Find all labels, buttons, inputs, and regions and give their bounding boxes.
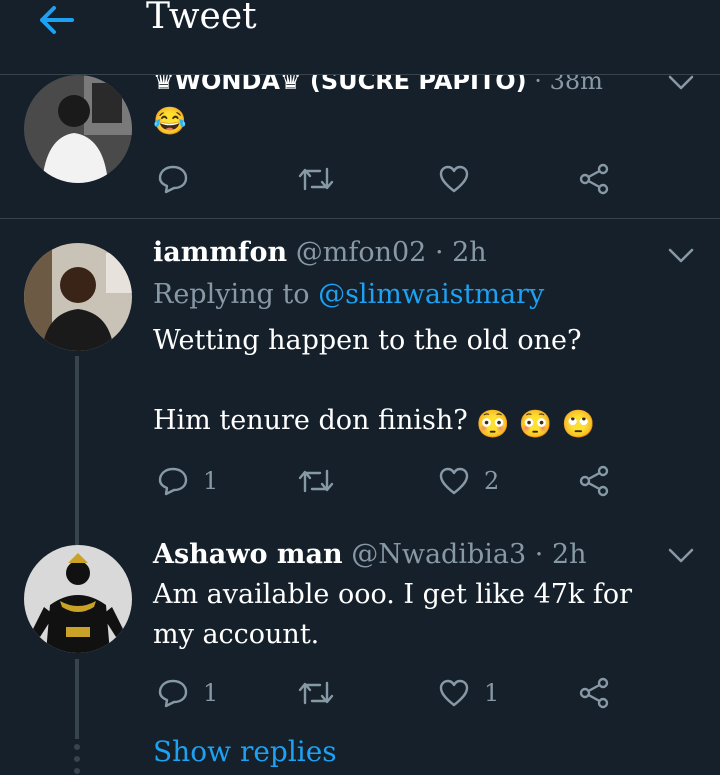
avatar[interactable] [24,243,132,351]
reply-count: 1 [203,679,219,707]
tweet-time: 38m [549,75,603,95]
reply-icon [158,679,188,708]
share-icon [579,465,609,497]
chevron-down-icon[interactable] [668,248,694,264]
tweet-3[interactable]: Ashawo man @Nwadibia3 · 2h Am available … [0,535,720,775]
share-button[interactable] [578,673,610,713]
reply-button[interactable]: 1 [157,461,218,501]
reply-icon [158,467,188,496]
share-icon [579,677,609,709]
author-name[interactable]: ♛WONDA♛ (SUCRE PAPITO) [153,75,527,95]
tweet-actions: 1 2 [0,461,720,501]
author-handle[interactable]: @Nwadibia3 [351,539,526,570]
like-button[interactable]: 2 [438,461,499,501]
tweet-text-line2: Him tenure don finish? [153,405,468,436]
more-replies-dots-icon [74,744,80,774]
reply-button[interactable]: 1 [157,673,218,713]
tweet-time: 2h [452,237,487,268]
tweet-actions: 1 1 [0,673,720,713]
page-title: Tweet [146,0,257,37]
retweet-icon [298,167,334,191]
tweet-text-line1: Wetting happen to the old one? [153,325,582,356]
back-arrow-icon[interactable] [34,0,78,40]
tweet-time: 2h [551,539,587,570]
replying-to-user[interactable]: @slimwaistmary [318,279,544,310]
tweet-text-line1: Am available ooo. I get like 47k for [153,579,633,610]
retweet-button[interactable] [298,461,334,501]
avatar[interactable] [24,545,132,653]
tweet-text-line2: my account. [153,619,320,650]
retweet-icon [298,469,334,493]
tweet-text: 😂 [153,106,187,137]
author-name[interactable]: iammfon [153,237,287,268]
retweet-button[interactable] [298,673,334,713]
like-count: 2 [484,467,500,495]
share-button[interactable] [578,461,610,501]
replying-to-label: Replying to [153,279,310,310]
share-icon [579,163,609,195]
reply-button[interactable] [157,159,189,199]
emoji-flushed: 😳 [476,409,510,440]
author-handle[interactable]: @mfon02 [296,237,427,268]
emoji-eye-roll: 🙄 [561,409,596,440]
like-button[interactable]: 1 [438,673,499,713]
tweet-2[interactable]: iammfon @mfon02 · 2h Replying to @slimwa… [0,219,720,536]
heart-icon [439,467,469,495]
reply-icon [158,165,188,194]
reply-count: 1 [203,467,219,495]
show-replies-link[interactable]: Show replies [153,735,337,768]
emoji-flushed: 😳 [518,409,553,440]
share-button[interactable] [578,159,610,199]
retweet-button[interactable] [298,159,334,199]
heart-icon [439,679,469,707]
tweet-1[interactable]: ♛WONDA♛ (SUCRE PAPITO) · 38m 😂 [0,75,720,219]
author-name[interactable]: Ashawo man [153,539,343,570]
thread-line [75,356,79,536]
retweet-icon [298,681,334,705]
heart-icon [439,165,469,193]
thread-line [75,535,79,545]
like-button[interactable] [438,159,470,199]
chevron-down-icon[interactable] [668,548,694,564]
chevron-down-icon[interactable] [668,75,694,91]
top-bar: Tweet [0,0,720,75]
tweet-actions [0,159,720,199]
like-count: 1 [484,679,500,707]
